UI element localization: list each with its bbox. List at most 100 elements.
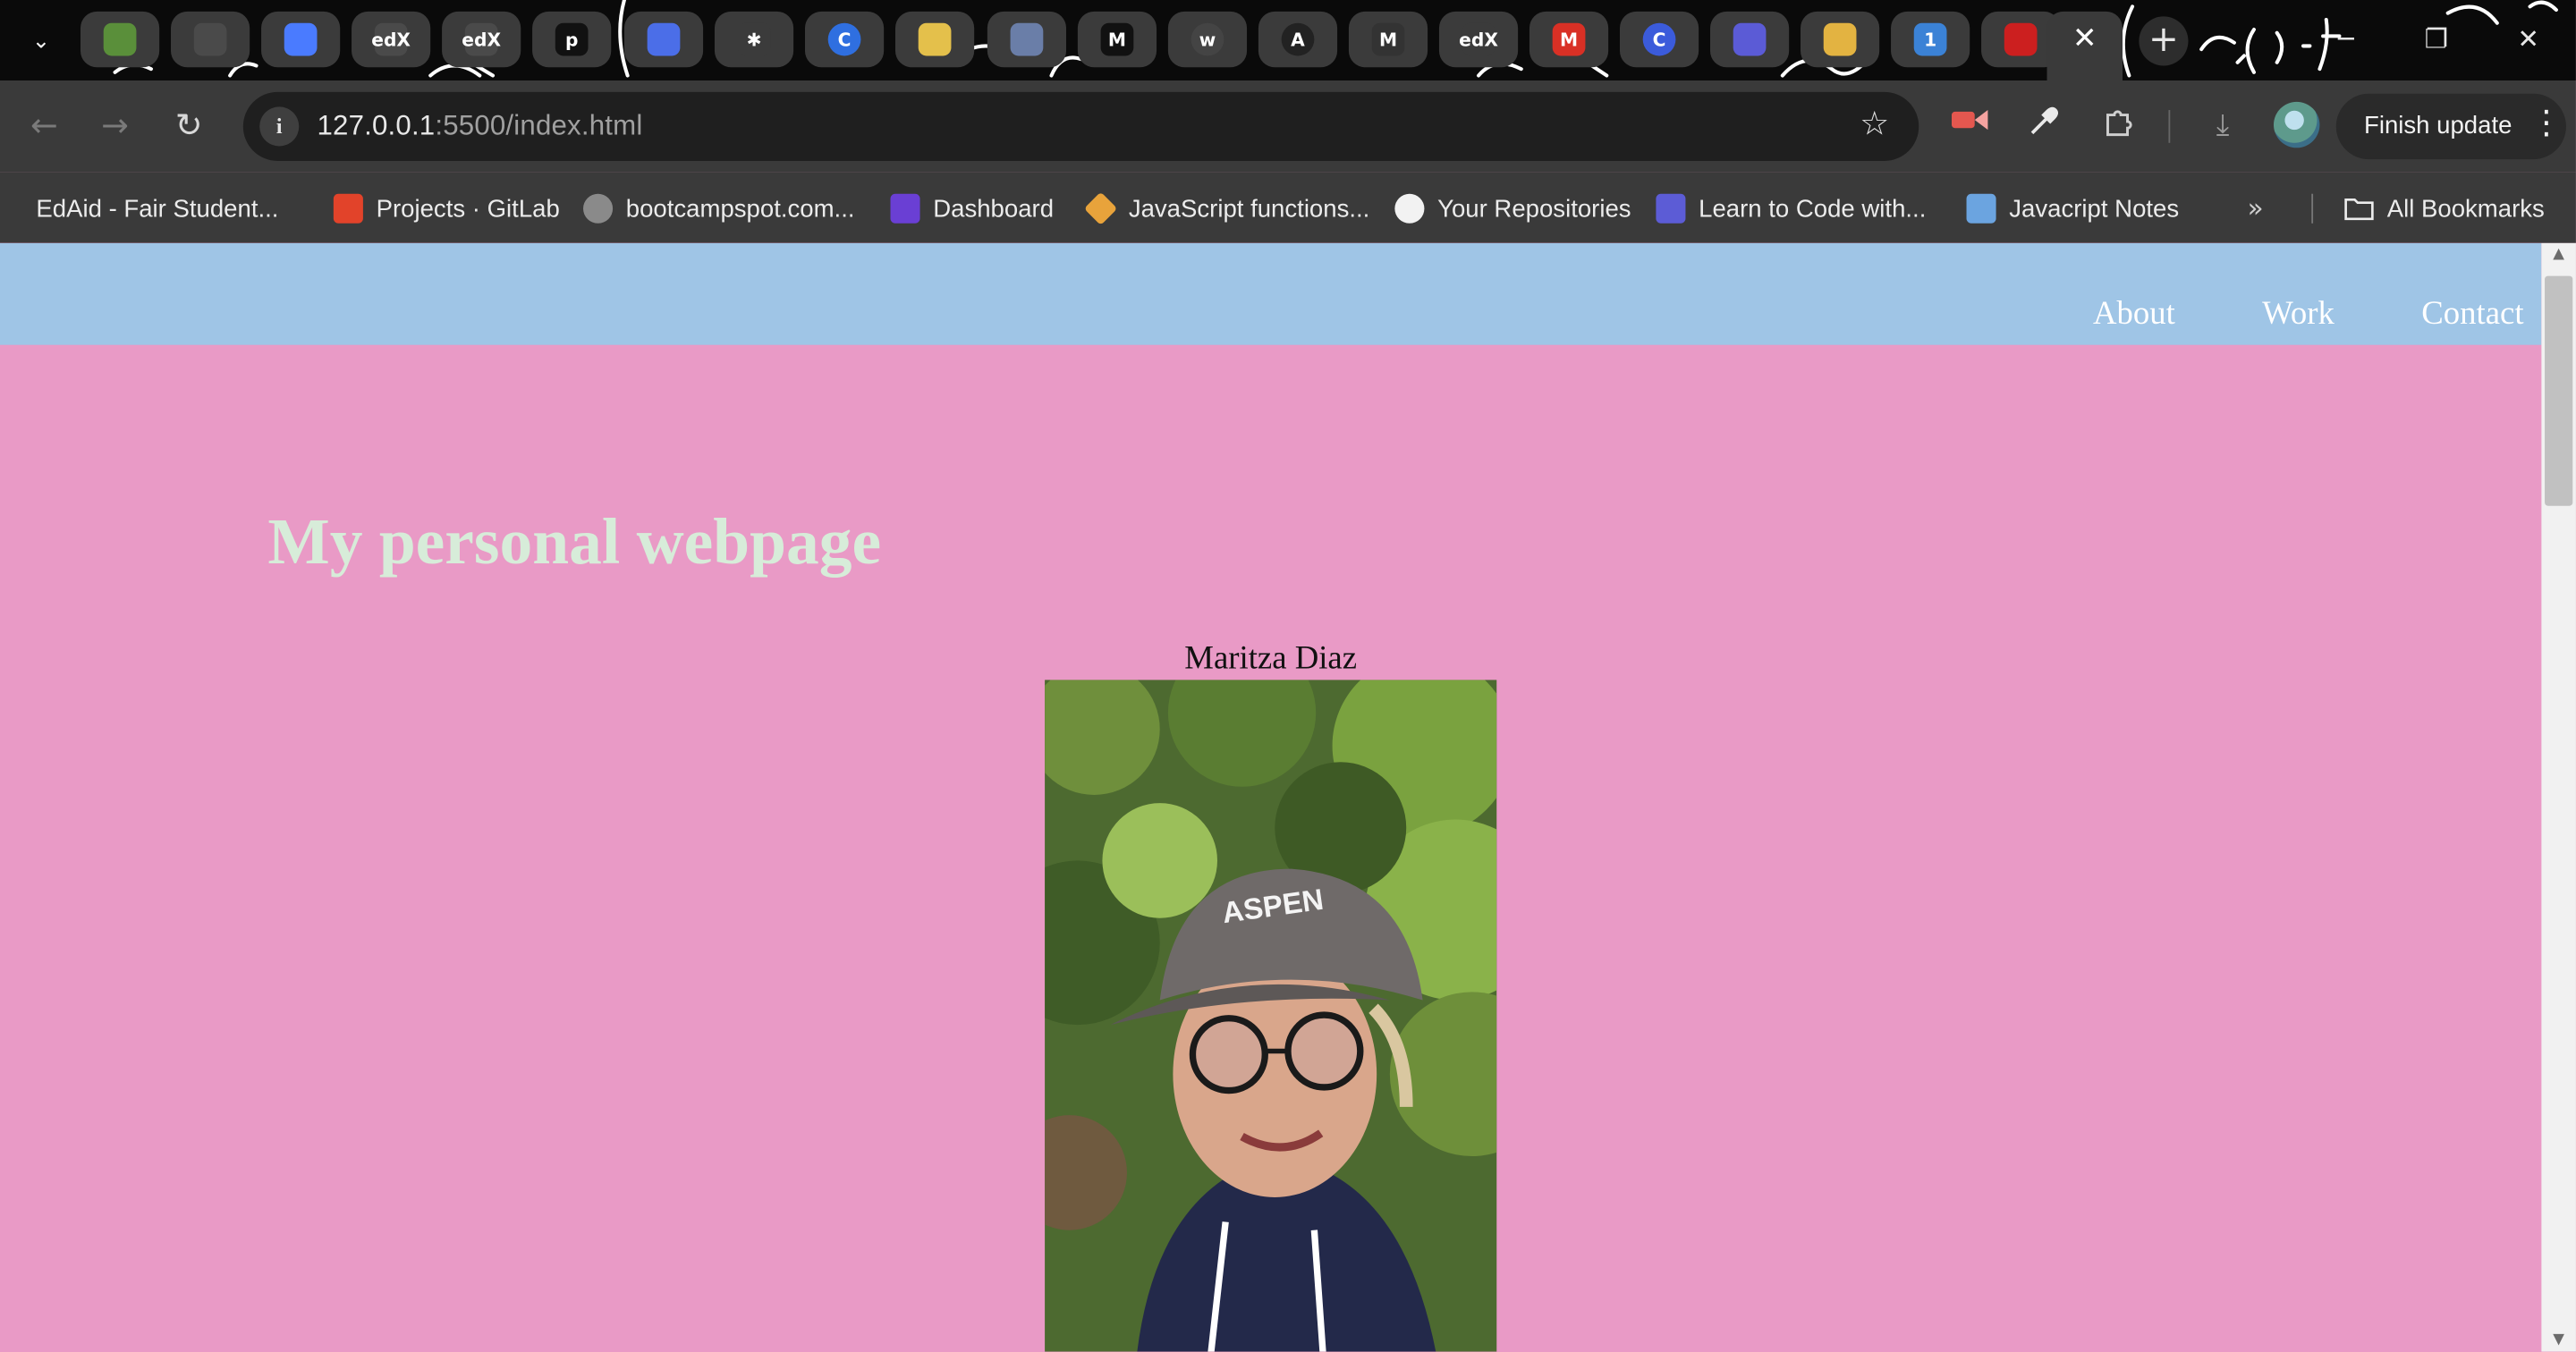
address-bar[interactable]: i 127.0.0.1:5500/index.html ☆ [242,91,1919,161]
bookmark-label: Javacript Notes [2009,194,2180,223]
finish-update-button[interactable]: Finish update ⋮ [2335,93,2566,160]
nav-link-about[interactable]: About [2093,296,2175,334]
diamond-icon [1083,191,1118,225]
scroll-up-arrow-icon[interactable]: ▲ [2541,247,2576,263]
scroll-down-arrow-icon[interactable]: ▼ [2541,1332,2576,1348]
page-scrollbar[interactable]: ▲ ▼ [2541,242,2576,1352]
tab-strip: ⌄ edX edX p ✱ C Mw A MedX M C 1 ✕ + ─ ❐ ✕ [0,0,2576,80]
download-icon[interactable]: ⤓ [2201,106,2244,148]
circle-c-icon: C [827,22,861,56]
active-tab[interactable]: ✕ [2046,11,2123,80]
c-icon: C [1642,22,1676,56]
minimize-icon[interactable]: ─ [2309,13,2384,66]
pinned-tab[interactable] [80,11,160,68]
pinned-tab[interactable]: w [1167,11,1248,68]
pinned-tab[interactable]: p [532,11,612,68]
edx-icon: edX [462,22,501,56]
bookmark-label: JavaScript functions... [1128,194,1370,223]
github-icon [1394,193,1425,224]
pinned-tab[interactable]: ✱ [714,11,794,68]
toolbar-divider [2168,110,2171,143]
one-icon: 1 [1913,22,1947,56]
bookmarks-overflow-chevron-icon[interactable]: » [2248,192,2264,224]
pinned-tab[interactable] [171,11,250,68]
url-text[interactable]: 127.0.0.1:5500/index.html [317,110,642,143]
pinned-tab[interactable]: C [804,11,885,68]
bot-icon [1656,193,1686,224]
bookmark-item[interactable]: Dashboard [890,182,1054,235]
bookmark-label: EdAid - Fair Student... [36,194,279,223]
bookmark-label: bootcampspot.com... [625,194,855,223]
screen: ⌄ edX edX p ✱ C Mw A MedX M C 1 ✕ + ─ ❐ ✕ ← → ↻ i … [0,0,2576,1352]
w-icon: w [1191,22,1224,56]
site-info-icon[interactable]: i [259,106,300,147]
pinned-tab[interactable] [895,11,975,68]
bookmark-label: Learn to Code with... [1699,194,1927,223]
restore-icon[interactable]: ❐ [2399,13,2474,66]
all-bookmarks-button[interactable]: All Bookmarks [2344,182,2545,235]
pinned-tab[interactable] [261,11,341,68]
person-name: Maritza Diaz [1184,640,1358,677]
browser-toolbar: ← → ↻ i 127.0.0.1:5500/index.html ☆ ⤓ Fi… [0,80,2576,173]
nav-link-work[interactable]: Work [2262,296,2334,334]
pinned-tab[interactable]: edX [1438,11,1519,68]
plant-icon [103,22,137,56]
coin-icon [1823,22,1857,56]
new-tab-button[interactable]: + [2139,16,2189,66]
pinned-tab[interactable]: 1 [1891,11,1970,68]
nav-link-contact[interactable]: Contact [2421,296,2523,334]
pinned-tab[interactable]: edX [442,11,521,68]
pinned-tab[interactable]: M [1529,11,1609,68]
bookmark-item[interactable]: Javacript Notes [1966,182,2180,235]
scroll-thumb[interactable] [2545,275,2573,506]
profile-photo: ASPEN [1045,680,1497,1352]
reload-icon[interactable]: ↻ [165,100,214,149]
pinned-tab[interactable]: A [1258,11,1338,68]
pinned-tab[interactable]: C [1619,11,1699,68]
bookmark-item[interactable]: bootcampspot.com... [583,182,855,235]
bookmark-label: Your Repositories [1437,194,1631,223]
p-icon: p [555,22,589,56]
a-icon: A [1281,22,1315,56]
tab-search-chevron-icon[interactable]: ⌄ [20,20,63,63]
pinned-tab[interactable]: edX [352,11,431,68]
m-icon: M [1100,22,1134,56]
bookmarks-divider [2311,193,2314,224]
pinned-tab[interactable] [987,11,1067,68]
edx-icon: edX [1459,22,1498,56]
screen-icon [1733,22,1767,56]
eyedropper-extension-icon[interactable] [2022,106,2065,148]
bookmarks-bar: EdAid - Fair Student... Projects · GitLab… [0,172,2576,243]
menu-kebab-icon[interactable]: ⋮ [2530,102,2563,141]
trello-icon [193,22,227,56]
window-icon [1010,22,1044,56]
profile-avatar[interactable] [2273,101,2320,148]
pinned-tab[interactable]: M [1348,11,1428,68]
extension-record-icon[interactable] [1948,106,1991,148]
m-circle-icon: M [1371,22,1405,56]
flag-icon [647,22,681,56]
extensions-puzzle-icon[interactable] [2097,106,2140,148]
pinned-tab[interactable]: M [1077,11,1157,68]
bookmark-star-icon[interactable]: ☆ [1860,104,1889,143]
pinned-tab[interactable] [1801,11,1880,68]
pinned-tab[interactable] [623,11,704,68]
monitor-icon [1966,193,1996,224]
back-arrow-icon[interactable]: ← [20,100,69,149]
bookmark-item[interactable]: JavaScript functions... [1083,182,1370,235]
close-tab-icon[interactable]: ✕ [2047,21,2123,56]
edx-icon: edX [371,22,411,56]
bookmark-item[interactable]: Your Repositories [1394,182,1631,235]
asterisk-icon: ✱ [737,22,771,56]
bookmark-item[interactable]: EdAid - Fair Student... [36,182,278,235]
notebook-icon [918,22,952,56]
page-title: My personal webpage [267,503,882,579]
pinned-tab[interactable] [1710,11,1790,68]
bookmark-item[interactable]: Projects · GitLab [333,182,560,235]
docs-icon [284,22,318,56]
bookmark-label: Dashboard [933,194,1055,223]
bookmark-item[interactable]: Learn to Code with... [1656,182,1926,235]
forward-arrow-icon[interactable]: → [90,100,140,149]
folder-icon [2344,194,2374,224]
close-window-icon[interactable]: ✕ [2490,13,2565,66]
